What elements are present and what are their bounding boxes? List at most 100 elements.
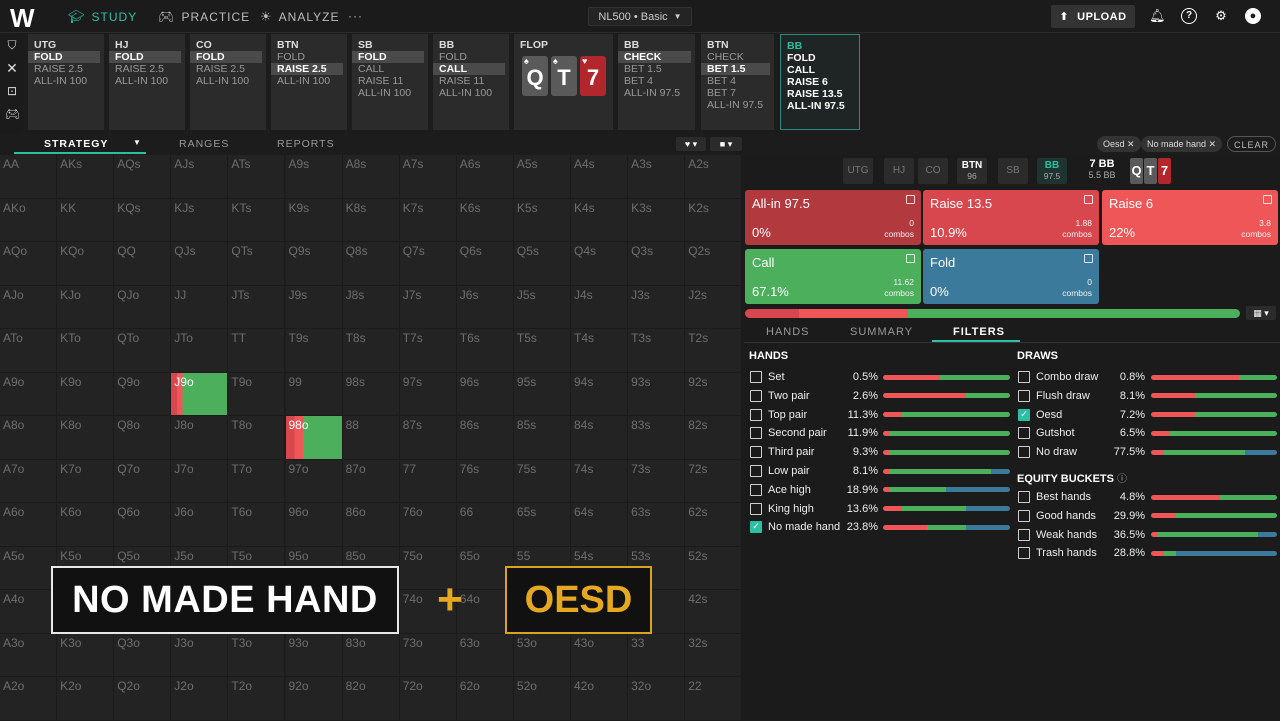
hand-cell[interactable]: Q9s <box>285 242 343 286</box>
hand-cell[interactable]: 94s <box>571 372 628 416</box>
hand-cell[interactable]: 77 <box>399 459 457 503</box>
hand-cell[interactable]: AQo <box>0 242 57 286</box>
checkbox[interactable] <box>750 427 762 440</box>
hand-cell[interactable]: 93o <box>285 633 343 677</box>
filter-row[interactable]: Weak hands <box>1018 526 1097 544</box>
hand-cell[interactable]: QJs <box>171 242 229 286</box>
hand-cell[interactable]: AJs <box>171 155 229 199</box>
filter-row[interactable]: Gutshot <box>1018 424 1075 442</box>
hand-cell[interactable]: 86s <box>456 416 514 460</box>
hand-cell[interactable]: 62s <box>685 503 743 547</box>
hand-cell[interactable]: K4s <box>571 198 628 242</box>
action-box[interactable]: Raise 13.5 10.9% 1.88 combos <box>923 190 1099 245</box>
more-menu-button[interactable]: ··· <box>348 9 363 23</box>
hand-cell[interactable]: 52s <box>685 546 743 590</box>
hand-cell[interactable]: JJ <box>171 285 229 329</box>
hand-cell[interactable]: TT <box>228 329 286 373</box>
hand-cell[interactable]: 83s <box>628 416 686 460</box>
action-panel-btn[interactable]: BTN CHECK BET 1.5 BET 4 BET 7 ALL-IN 97.5 <box>701 34 774 130</box>
hand-cell[interactable]: 85s <box>513 416 571 460</box>
action-option[interactable]: CALL <box>433 63 505 75</box>
hand-cell[interactable]: 84s <box>571 416 628 460</box>
hand-cell[interactable]: QTs <box>228 242 286 286</box>
action-panel-hj[interactable]: HJ FOLD RAISE 2.5 ALL-IN 100 <box>109 34 185 130</box>
hand-cell[interactable]: J6s <box>456 285 514 329</box>
action-option[interactable]: BET 4 <box>701 75 770 87</box>
action-box[interactable]: Raise 6 22% 3.8 combos <box>1102 190 1278 245</box>
hand-cell[interactable]: QTo <box>114 329 172 373</box>
hand-cell[interactable]: T9s <box>285 329 343 373</box>
hand-cell[interactable]: 64s <box>571 503 628 547</box>
hand-cell[interactable]: T2s <box>685 329 743 373</box>
hand-cell[interactable]: J3s <box>628 285 686 329</box>
close-icon[interactable]: ✕ <box>1206 139 1217 149</box>
checkbox[interactable] <box>1018 371 1030 383</box>
bell-icon[interactable]: 🔔︎ <box>1149 8 1166 24</box>
hand-cell[interactable]: 76s <box>456 459 514 503</box>
filter-row[interactable]: Good hands <box>1018 507 1096 525</box>
checkbox[interactable] <box>1018 446 1030 459</box>
action-option[interactable]: CHECK <box>701 51 770 63</box>
filter-row[interactable]: Set <box>750 368 785 386</box>
hand-cell[interactable]: Q5s <box>513 242 571 286</box>
tab-strategy[interactable]: STRATEGY <box>44 138 108 150</box>
action-option[interactable]: ALL-IN 100 <box>271 75 343 87</box>
hand-cell[interactable]: KQs <box>114 198 172 242</box>
hand-cell[interactable]: Q2o <box>114 677 172 721</box>
position-chip[interactable]: HJ <box>884 158 914 184</box>
hand-cell[interactable]: Q4s <box>571 242 628 286</box>
action-box[interactable]: Fold 0% 0 combos <box>923 249 1099 304</box>
filter-row[interactable]: King high <box>750 500 814 518</box>
hand-cell[interactable]: 72o <box>399 677 457 721</box>
action-option[interactable]: RAISE 13.5 <box>781 88 855 100</box>
close-icon[interactable]: ✕ <box>5 61 19 75</box>
filter-row[interactable]: Top pair <box>750 406 807 424</box>
hand-cell[interactable]: A7s <box>399 155 457 199</box>
hand-cell[interactable]: J4s <box>571 285 628 329</box>
hand-cell[interactable]: ATs <box>228 155 286 199</box>
hand-cell[interactable]: 43o <box>571 633 628 677</box>
tab-ranges[interactable]: RANGES <box>179 138 229 150</box>
action-panel-bb[interactable]: BB FOLD CALL RAISE 11 ALL-IN 100 <box>433 34 509 130</box>
chevron-down-icon[interactable]: ▼ <box>133 138 142 147</box>
action-panel-btn[interactable]: BTN FOLD RAISE 2.5 ALL-IN 100 <box>271 34 347 130</box>
position-chip[interactable]: UTG <box>843 158 873 184</box>
grid-view-dropdown[interactable]: ▦ ▾ <box>1246 306 1276 320</box>
hand-cell[interactable]: AJo <box>0 285 57 329</box>
hand-cell[interactable]: KQo <box>57 242 115 286</box>
hand-cell[interactable]: K2o <box>57 677 115 721</box>
hand-cell[interactable]: T7o <box>228 459 286 503</box>
hand-cell[interactable]: 42s <box>685 590 743 634</box>
hand-cell[interactable]: K8s <box>342 198 400 242</box>
hand-cell[interactable]: K8o <box>57 416 115 460</box>
hand-cell[interactable]: 93s <box>628 372 686 416</box>
detail-icon[interactable] <box>1084 195 1093 204</box>
hand-cell[interactable]: T4s <box>571 329 628 373</box>
hand-cell[interactable]: A3s <box>628 155 686 199</box>
action-option[interactable]: BET 7 <box>701 87 770 99</box>
hand-cell[interactable]: 99 <box>285 372 343 416</box>
hand-cell[interactable]: Q3o <box>114 633 172 677</box>
action-option[interactable]: ALL-IN 100 <box>28 75 100 87</box>
action-option[interactable]: CHECK <box>618 51 691 63</box>
hand-cell[interactable]: 87s <box>399 416 457 460</box>
checkbox[interactable]: ✓ <box>1018 408 1030 421</box>
position-chip[interactable]: BTN 96 <box>957 158 987 184</box>
filter-pill[interactable]: Oesd ✕ <box>1097 136 1141 152</box>
hand-cell[interactable]: A9o <box>0 372 57 416</box>
hand-cell[interactable]: KTo <box>57 329 115 373</box>
hand-cell[interactable]: A2o <box>0 677 57 721</box>
filter-row[interactable]: Third pair <box>750 443 814 461</box>
filter-row[interactable]: Best hands <box>1018 488 1091 506</box>
action-option[interactable]: RAISE 2.5 <box>28 63 100 75</box>
position-chip[interactable]: SB <box>998 158 1028 184</box>
hand-cell[interactable]: 97s <box>399 372 457 416</box>
hand-cell[interactable]: J2o <box>171 677 229 721</box>
hand-cell[interactable]: AA <box>0 155 57 199</box>
hand-cell[interactable]: 75s <box>513 459 571 503</box>
filter-row[interactable]: Combo draw <box>1018 368 1098 386</box>
hand-cell[interactable]: 32o <box>628 677 686 721</box>
hand-cell[interactable]: 73s <box>628 459 686 503</box>
action-option[interactable]: ALL-IN 97.5 <box>701 99 770 111</box>
hand-cell[interactable]: 92o <box>285 677 343 721</box>
